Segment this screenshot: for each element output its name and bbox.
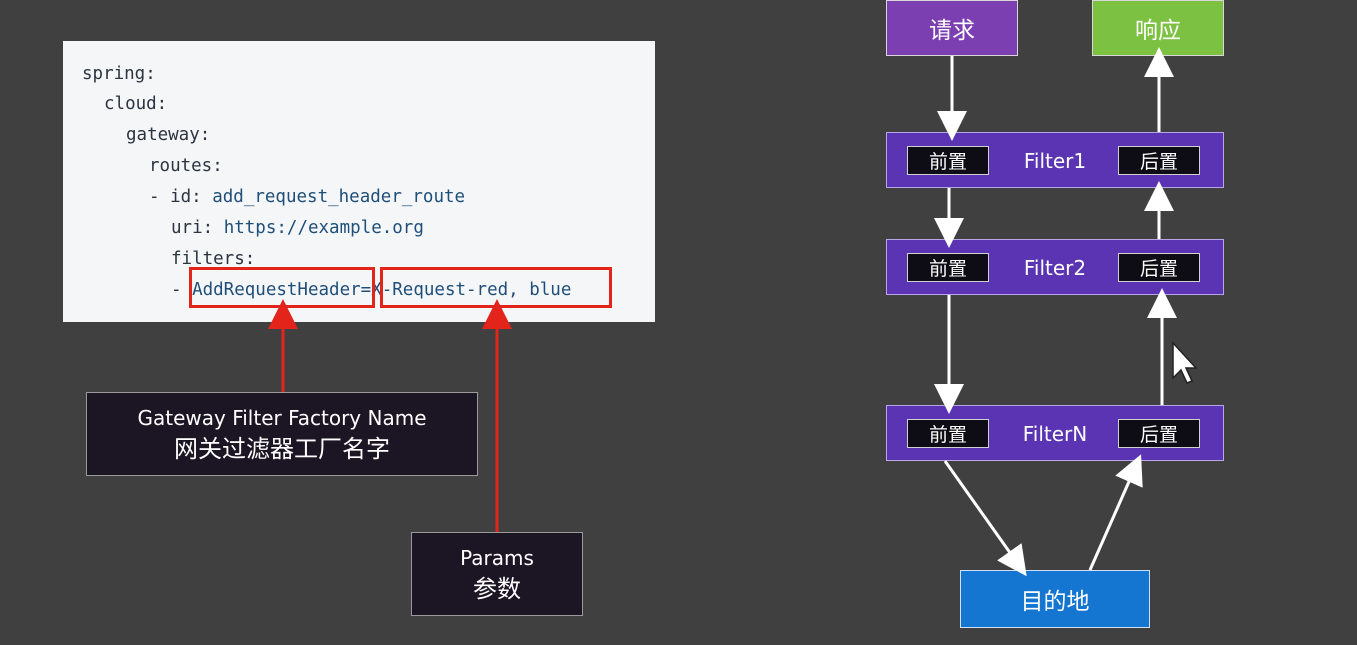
arrow-filtern-to-dest — [943, 460, 1027, 577]
arrow-dest-to-filtern — [1088, 454, 1143, 571]
cursor-icon — [1172, 341, 1198, 384]
arrows-layer — [268, 47, 1198, 577]
